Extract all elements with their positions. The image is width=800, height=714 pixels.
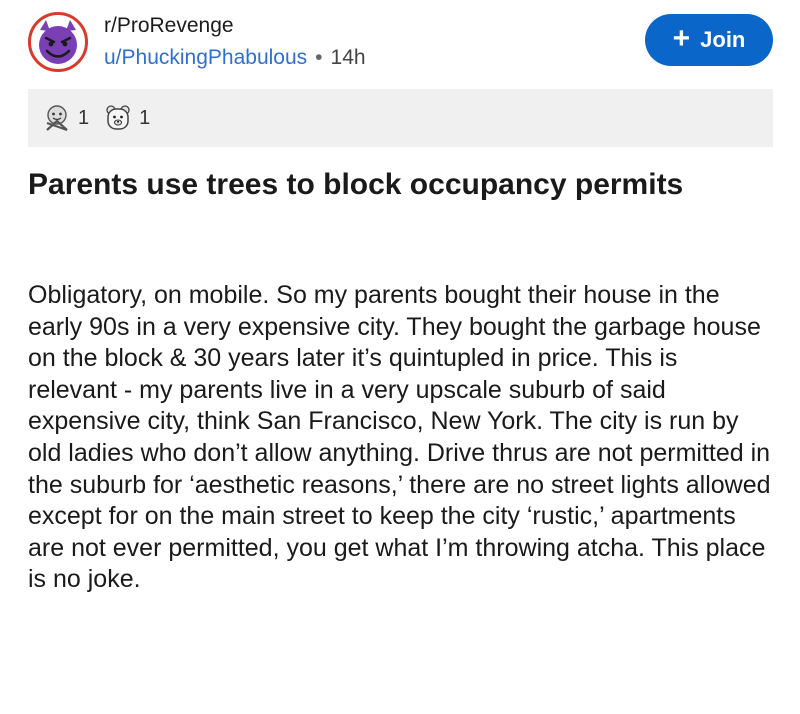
award-bear[interactable]: 1	[103, 103, 150, 133]
award-wholesome[interactable]: 1	[42, 103, 89, 133]
post-meta: u/PhuckingPhabulous • 14h	[104, 46, 366, 70]
post-body: Obligatory, on mobile. So my parents bou…	[28, 281, 771, 594]
subreddit-avatar[interactable]	[28, 12, 88, 72]
award-count: 1	[139, 106, 151, 129]
post-header: r/ProRevenge u/PhuckingPhabulous • 14h + J…	[0, 0, 800, 90]
bear-award-icon	[106, 105, 130, 130]
join-label: Join	[700, 27, 746, 52]
author-link[interactable]: u/PhuckingPhabulous	[104, 46, 307, 69]
devil-face-icon	[39, 20, 77, 64]
join-button[interactable]: + Join	[645, 14, 773, 66]
wholesome-award-icon	[46, 105, 68, 131]
plus-icon: +	[672, 22, 691, 55]
award-count: 1	[78, 106, 90, 129]
meta-separator: •	[315, 46, 323, 69]
post-title[interactable]: Parents use trees to block occupancy per…	[28, 165, 768, 204]
post-age: 14h	[330, 46, 366, 69]
subreddit-name[interactable]: r/ProRevenge	[104, 14, 234, 38]
awards-bar: 1 1	[28, 89, 773, 147]
